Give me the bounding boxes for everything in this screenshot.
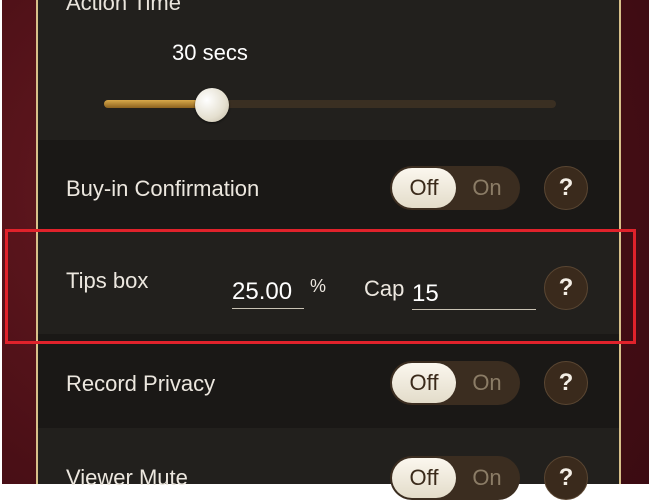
tips-box-help-icon[interactable]: ? bbox=[544, 266, 588, 310]
settings-panel: Action Time 30 secs Buy-in Confirmation … bbox=[36, 0, 621, 500]
record-privacy-label: Record Privacy bbox=[66, 371, 216, 396]
cap-input[interactable]: 15 bbox=[412, 280, 439, 308]
toggle-off-option[interactable]: Off bbox=[392, 168, 456, 208]
buy-in-label: Buy-in Confirmation bbox=[66, 176, 260, 201]
buy-in-toggle[interactable]: Off On bbox=[390, 166, 520, 210]
action-time-slider[interactable] bbox=[104, 100, 556, 108]
record-privacy-help-icon[interactable]: ? bbox=[544, 361, 588, 405]
cap-underline bbox=[412, 309, 536, 310]
toggle-off-option[interactable]: Off bbox=[392, 363, 456, 403]
tips-percent-underline bbox=[232, 308, 304, 309]
record-privacy-toggle[interactable]: Off On bbox=[390, 361, 520, 405]
viewer-mute-label: Viewer Mute bbox=[66, 465, 188, 490]
cap-label: Cap bbox=[364, 276, 405, 301]
tips-percent-input[interactable]: 25.00 bbox=[232, 278, 292, 306]
action-time-row bbox=[38, 0, 619, 140]
action-time-value: 30 secs bbox=[172, 40, 248, 65]
toggle-on-option[interactable]: On bbox=[456, 168, 518, 208]
buy-in-help-icon[interactable]: ? bbox=[544, 166, 588, 210]
toggle-off-option[interactable]: Off bbox=[392, 458, 456, 498]
viewer-mute-help-icon[interactable]: ? bbox=[544, 456, 588, 500]
toggle-on-option[interactable]: On bbox=[456, 363, 518, 403]
action-time-label: Action Time bbox=[66, 0, 181, 15]
tips-box-label: Tips box bbox=[66, 268, 149, 293]
background-frame: Action Time 30 secs Buy-in Confirmation … bbox=[2, 0, 649, 500]
toggle-on-option[interactable]: On bbox=[456, 458, 518, 498]
percent-sign: % bbox=[310, 276, 327, 296]
viewer-mute-toggle[interactable]: Off On bbox=[390, 456, 520, 500]
